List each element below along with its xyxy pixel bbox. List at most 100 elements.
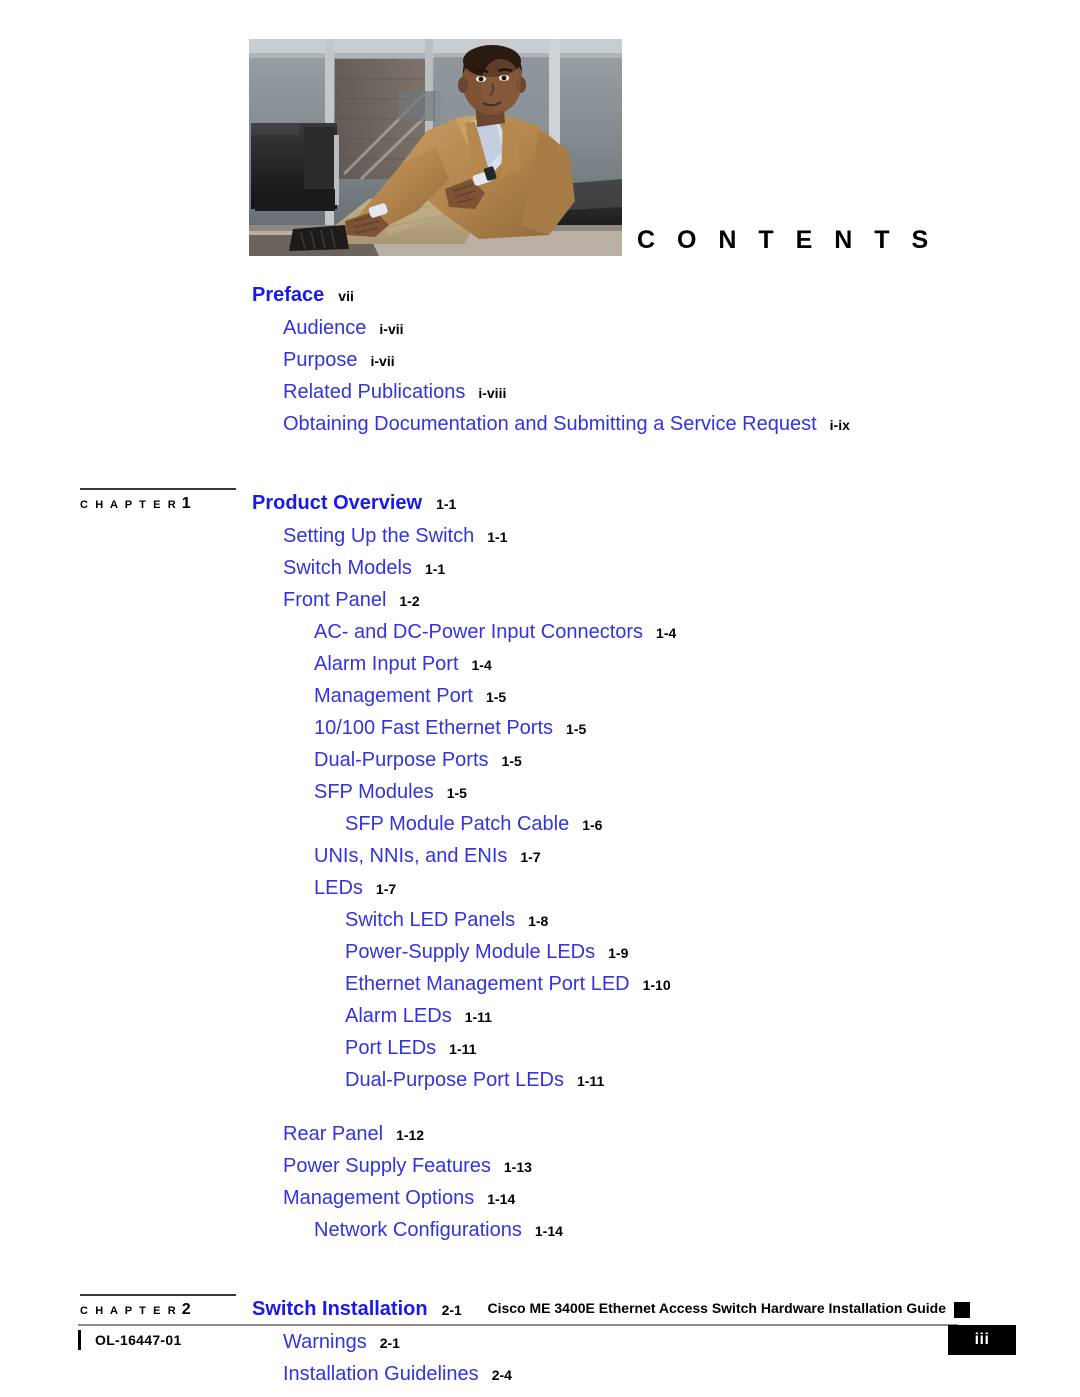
toc-entry-dual-purpose-ports[interactable]: Dual-Purpose Ports 1-5 [0, 744, 1080, 776]
toc-entry-label: Setting Up the Switch [283, 525, 475, 547]
toc-entry-leds[interactable]: LEDs 1-7 [0, 872, 1080, 904]
toc-entry-label: Dual-Purpose Port LEDs [345, 1069, 564, 1091]
toc-entry-power-supply-features[interactable]: Power Supply Features 1-13 [0, 1150, 1080, 1182]
toc-entry-page: i-ix [829, 417, 850, 433]
toc-entry-label: Switch LED Panels [345, 909, 516, 931]
toc-entry-installation-guidelines[interactable]: Installation Guidelines 2-4 [0, 1358, 1080, 1390]
toc-entry-10-100-fast-ethernet-ports[interactable]: 10/100 Fast Ethernet Ports 1-5 [0, 712, 1080, 744]
footer-rule [78, 1324, 958, 1326]
toc-entry-sfp-module-patch-cable[interactable]: SFP Module Patch Cable 1-6 [0, 808, 1080, 840]
toc-entry-page: i-vii [370, 353, 395, 369]
footer-tick-mark [78, 1330, 81, 1350]
toc-entry-obtaining-documentation[interactable]: Obtaining Documentation and Submitting a… [0, 408, 1080, 440]
toc-heading-page: vii [338, 288, 354, 304]
toc-entry-label: Management Options [283, 1187, 475, 1209]
toc-entry-audience[interactable]: Audience i-vii [0, 312, 1080, 344]
toc-entry-page: 1-7 [520, 849, 541, 865]
toc-entry-label: LEDs [314, 877, 363, 899]
toc-entry-switch-models[interactable]: Switch Models 1-1 [0, 552, 1080, 584]
page-title: C O N T E N T S [637, 226, 936, 254]
toc-heading-label: Preface [252, 284, 325, 306]
toc-entry-alarm-input-port[interactable]: Alarm Input Port 1-4 [0, 648, 1080, 680]
toc-entry-alarm-leds[interactable]: Alarm LEDs 1-11 [0, 1000, 1080, 1032]
toc-entry-label: Front Panel [283, 589, 387, 611]
toc-entry-rear-panel[interactable]: Rear Panel 1-12 [0, 1118, 1080, 1150]
toc-entry-dual-purpose-port-leds[interactable]: Dual-Purpose Port LEDs 1-11 [0, 1064, 1080, 1096]
toc-heading-preface[interactable]: Preface vii [0, 278, 1080, 312]
toc-heading-page: 2-1 [441, 1302, 462, 1318]
toc-entry-label: Obtaining Documentation and Submitting a… [283, 413, 817, 435]
toc-entry-page: 1-10 [642, 977, 671, 993]
toc-entry-port-leds[interactable]: Port LEDs 1-11 [0, 1032, 1080, 1064]
toc-entry-page: 1-6 [582, 817, 603, 833]
toc-entry-label: SFP Modules [314, 781, 434, 803]
toc-entry-label: Audience [283, 317, 367, 339]
toc-entry-label: Warnings [283, 1331, 367, 1353]
toc-entry-label: Purpose [283, 349, 358, 371]
toc-entry-unis-nnis-and-enis[interactable]: UNIs, NNIs, and ENIs 1-7 [0, 840, 1080, 872]
toc-entry-switch-led-panels[interactable]: Switch LED Panels 1-8 [0, 904, 1080, 936]
toc-entry-page: 1-9 [608, 945, 629, 961]
toc-entry-label: Management Port [314, 685, 473, 707]
toc-entry-label: 10/100 Fast Ethernet Ports [314, 717, 554, 739]
toc-entry-management-port[interactable]: Management Port 1-5 [0, 680, 1080, 712]
toc-entry-front-panel[interactable]: Front Panel 1-2 [0, 584, 1080, 616]
toc-entry-label: Switch Models [283, 557, 412, 579]
toc-entry-page: 1-1 [424, 561, 446, 577]
toc-entry-page: 1-11 [464, 1009, 492, 1025]
toc-entry-label: UNIs, NNIs, and ENIs [314, 845, 508, 867]
chapter-opener-photo [249, 39, 622, 256]
toc-entry-page: 1-5 [485, 689, 507, 705]
toc-entry-page: 1-11 [576, 1073, 605, 1089]
toc-entry-purpose[interactable]: Purpose i-vii [0, 344, 1080, 376]
toc-entry-page: 2-4 [491, 1367, 512, 1383]
toc-entry-related-publications[interactable]: Related Publications i-viii [0, 376, 1080, 408]
toc-entry-label: Port LEDs [345, 1037, 437, 1059]
toc-entry-page: 1-5 [446, 785, 467, 801]
toc-entry-label: SFP Module Patch Cable [345, 813, 570, 835]
toc-entry-page: 1-4 [656, 625, 677, 641]
footer-page-number: iii [948, 1325, 1016, 1355]
toc-entry-page: 1-7 [375, 881, 397, 897]
toc-entry-page: 1-4 [471, 657, 492, 673]
toc-entry-label: Power Supply Features [283, 1155, 491, 1177]
footer-document-id: OL-16447-01 [95, 1332, 182, 1348]
toc-entry-label: Rear Panel [283, 1123, 384, 1145]
toc-entry-page: 1-2 [399, 593, 420, 609]
toc-heading-page: 1-1 [436, 496, 457, 512]
toc-entry-management-options[interactable]: Management Options 1-14 [0, 1182, 1080, 1214]
toc-entry-page: 1-12 [396, 1127, 425, 1143]
toc-entry-network-configurations[interactable]: Network Configurations 1-14 [0, 1214, 1080, 1246]
toc-entry-label: Dual-Purpose Ports [314, 749, 489, 771]
table-of-contents: Preface vii Audience i-vii Purpose i-vii Re… [0, 278, 1080, 1390]
toc-entry-ethernet-management-port-led[interactable]: Ethernet Management Port LED 1-10 [0, 968, 1080, 1000]
toc-entry-sfp-modules[interactable]: SFP Modules 1-5 [0, 776, 1080, 808]
toc-entry-label: Network Configurations [314, 1219, 522, 1241]
toc-heading-product-overview[interactable]: Product Overview 1-1 [0, 486, 1080, 520]
toc-entry-label: AC- and DC-Power Input Connectors [314, 621, 644, 643]
toc-entry-label: Related Publications [283, 381, 466, 403]
toc-entry-setting-up-the-switch[interactable]: Setting Up the Switch 1-1 [0, 520, 1080, 552]
toc-entry-page: 1-8 [528, 913, 549, 929]
toc-entry-page: 1-11 [449, 1041, 477, 1057]
footer-square-marker [954, 1302, 970, 1318]
toc-entry-label: Power-Supply Module LEDs [345, 941, 596, 963]
toc-entry-page: 2-1 [379, 1335, 400, 1351]
toc-entry-page: 1-5 [566, 721, 587, 737]
toc-entry-page: 1-14 [487, 1191, 516, 1207]
toc-entry-page: 1-13 [503, 1159, 532, 1175]
toc-entry-label: Alarm LEDs [345, 1005, 452, 1027]
toc-entry-label: Alarm Input Port [314, 653, 459, 675]
toc-entry-ac-dc-power-input-connectors[interactable]: AC- and DC-Power Input Connectors 1-4 [0, 616, 1080, 648]
toc-entry-page: i-vii [379, 321, 404, 337]
toc-entry-page: i-viii [478, 385, 507, 401]
toc-entry-label: Installation Guidelines [283, 1363, 479, 1385]
toc-entry-page: 1-1 [487, 529, 508, 545]
chapter-1-block: C H A P T E R1 Product Overview 1-1 Setti… [0, 486, 1080, 1246]
toc-entry-power-supply-module-leds[interactable]: Power-Supply Module LEDs 1-9 [0, 936, 1080, 968]
toc-entry-page: 1-5 [501, 753, 522, 769]
toc-entry-page: 1-14 [534, 1223, 563, 1239]
